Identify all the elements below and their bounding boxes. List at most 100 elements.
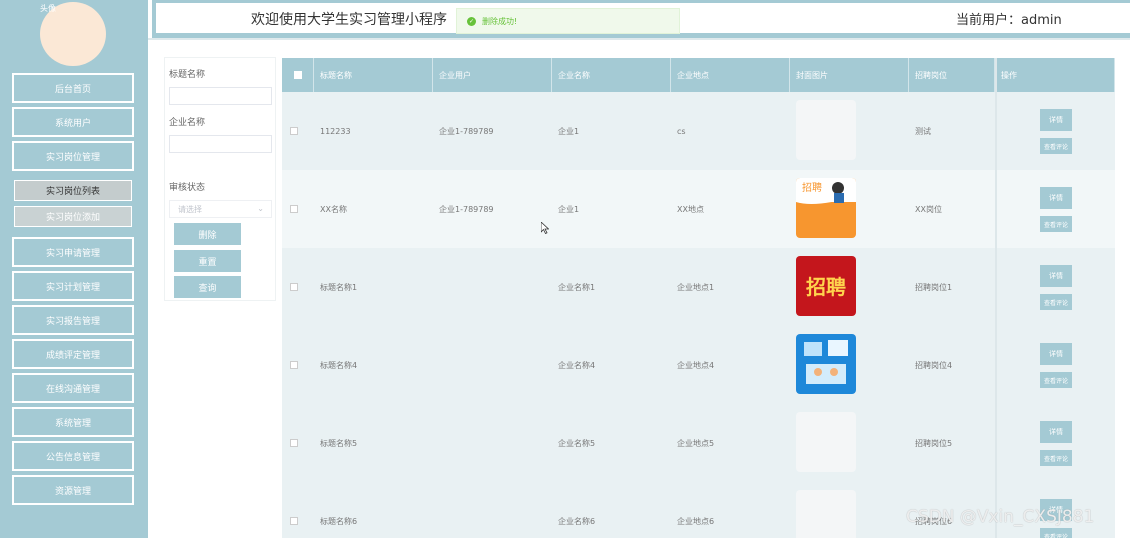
cell-location: XX地点	[677, 204, 704, 214]
cell-location: 企业地点4	[677, 360, 715, 370]
header-company-name[interactable]: 企业名称	[552, 58, 671, 92]
cover-image	[796, 490, 856, 538]
detail-button[interactable]: 详情	[1040, 343, 1072, 365]
cover-image-text: 招聘	[802, 181, 822, 194]
watermark: CSDN @Vxin_CXSJ881	[906, 507, 1095, 527]
sidebar-item-users[interactable]: 系统用户	[12, 107, 134, 137]
cell-company-user	[433, 248, 552, 326]
row-checkbox[interactable]	[290, 439, 298, 447]
sidebar-subitem-position-add[interactable]: 实习岗位添加	[14, 206, 132, 227]
header-title[interactable]: 标题名称	[314, 58, 433, 92]
status-filter-label: 审核状态	[169, 183, 206, 193]
table-row[interactable]: XX名称 企业1-789789 企业1 XX地点 招聘 XX岗位 详情 查看评论	[282, 170, 1115, 248]
cell-title: XX名称	[320, 204, 347, 214]
row-checkbox[interactable]	[290, 361, 298, 369]
table-row[interactable]: 标题名称1 企业名称1 企业地点1 招聘 招聘岗位1 详情查看评论	[282, 248, 1115, 326]
table-row[interactable]: 112233 企业1-789789 企业1 cs 测试 详情 查看评论	[282, 92, 1115, 170]
table-row[interactable]: 标题名称4 企业名称4 企业地点4 招聘岗位4 详情查看评论	[282, 326, 1115, 404]
sidebar-item-resources[interactable]: 资源管理	[12, 475, 134, 505]
detail-button[interactable]: 详情	[1040, 421, 1072, 443]
header-location[interactable]: 企业地点	[671, 58, 790, 92]
cell-company-user	[433, 326, 552, 404]
sidebar-item-grades[interactable]: 成绩评定管理	[12, 339, 134, 369]
cell-position: 招聘岗位1	[915, 282, 953, 292]
select-all-checkbox[interactable]	[293, 71, 302, 79]
chevron-down-icon: ⌄	[257, 204, 264, 213]
cell-position: 招聘岗位4	[915, 360, 953, 370]
success-toast: ✓ 删除成功!	[456, 8, 680, 34]
sidebar-item-reports[interactable]: 实习报告管理	[12, 305, 134, 335]
detail-button[interactable]: 详情	[1040, 265, 1072, 287]
toast-message: 删除成功!	[482, 16, 518, 26]
row-checkbox[interactable]	[290, 205, 298, 213]
company-filter-input[interactable]	[169, 135, 272, 153]
cover-image-text: 招聘	[806, 275, 846, 299]
cover-image	[796, 334, 856, 394]
cell-location: 企业地点5	[677, 438, 715, 448]
title-filter-input[interactable]	[169, 87, 272, 105]
cell-title: 112233	[320, 126, 351, 136]
view-comments-button[interactable]: 查看评论	[1040, 294, 1072, 310]
sidebar-item-chat[interactable]: 在线沟通管理	[12, 373, 134, 403]
cell-company-name: 企业名称1	[558, 282, 596, 292]
cell-position: 招聘岗位5	[915, 438, 953, 448]
sidebar-item-system[interactable]: 系统管理	[12, 407, 134, 437]
reset-button[interactable]: 重置	[174, 250, 241, 272]
sidebar-subitem-position-list[interactable]: 实习岗位列表	[14, 180, 132, 201]
cell-position: XX岗位	[915, 204, 942, 214]
row-checkbox[interactable]	[290, 517, 298, 525]
cell-company-user	[433, 482, 552, 538]
title-filter-label: 标题名称	[169, 70, 206, 80]
page-title: 欢迎使用大学生实习管理小程序	[251, 12, 447, 28]
actions-column-divider	[995, 58, 997, 538]
query-button[interactable]: 查询	[174, 276, 241, 298]
company-filter-label: 企业名称	[169, 118, 206, 128]
cell-company-user: 企业1-789789	[439, 126, 494, 136]
cell-title: 标题名称6	[320, 516, 358, 526]
detail-button[interactable]: 详情	[1040, 109, 1072, 131]
row-checkbox[interactable]	[290, 283, 298, 291]
cover-image	[796, 100, 856, 160]
cell-title: 标题名称1	[320, 282, 358, 292]
table-header: 标题名称 企业用户 企业名称 企业地点 封面图片 招聘岗位 操作	[282, 58, 1115, 92]
detail-button[interactable]: 详情	[1040, 187, 1072, 209]
header-cover-image[interactable]: 封面图片	[790, 58, 909, 92]
view-comments-button[interactable]: 查看评论	[1040, 138, 1072, 154]
header-divider	[148, 38, 1130, 40]
cell-position: 测试	[915, 126, 931, 136]
header-position[interactable]: 招聘岗位	[909, 58, 995, 92]
sidebar-item-applications[interactable]: 实习申请管理	[12, 237, 134, 267]
view-comments-button[interactable]: 查看评论	[1040, 450, 1072, 466]
cell-location: 企业地点6	[677, 516, 715, 526]
cover-image: 招聘	[796, 256, 856, 316]
view-comments-button[interactable]: 查看评论	[1040, 372, 1072, 388]
sidebar-item-internship-positions[interactable]: 实习岗位管理	[12, 141, 134, 171]
sidebar-item-plans[interactable]: 实习计划管理	[12, 271, 134, 301]
check-circle-icon: ✓	[467, 16, 476, 26]
row-checkbox[interactable]	[290, 127, 298, 135]
cell-company-name: 企业名称5	[558, 438, 596, 448]
cell-company-name: 企业1	[558, 204, 580, 214]
cell-company-user	[433, 404, 552, 482]
cell-company-name: 企业名称4	[558, 360, 596, 370]
table-row[interactable]: 标题名称5 企业名称5 企业地点5 招聘岗位5 详情查看评论	[282, 404, 1115, 482]
sidebar-item-home[interactable]: 后台首页	[12, 73, 134, 103]
avatar-alt-text: 头像	[40, 4, 56, 13]
status-select-placeholder: 请选择	[178, 204, 202, 214]
view-comments-button[interactable]: 查看评论	[1040, 528, 1072, 538]
cover-image	[796, 412, 856, 472]
cell-title: 标题名称5	[320, 438, 358, 448]
cell-company-name: 企业1	[558, 126, 580, 136]
delete-button[interactable]: 删除	[174, 223, 241, 245]
positions-table: 标题名称 企业用户 企业名称 企业地点 封面图片 招聘岗位 操作 112233 企…	[282, 58, 1115, 538]
status-filter-select[interactable]: 请选择 ⌄	[169, 200, 272, 218]
cell-location: 企业地点1	[677, 282, 715, 292]
cell-title: 标题名称4	[320, 360, 358, 370]
cell-company-name: 企业名称6	[558, 516, 596, 526]
mouse-pointer-icon	[541, 222, 549, 234]
view-comments-button[interactable]: 查看评论	[1040, 216, 1072, 232]
sidebar-item-announcements[interactable]: 公告信息管理	[12, 441, 134, 471]
cover-image: 招聘	[796, 178, 856, 238]
current-user-label: 当前用户：admin	[956, 13, 1062, 28]
header-company-user[interactable]: 企业用户	[433, 58, 552, 92]
